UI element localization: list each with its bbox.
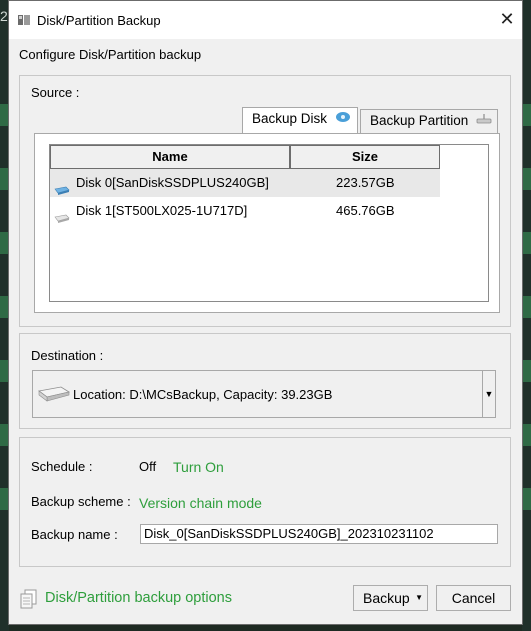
- backup-dialog: Disk/Partition Backup ✕ Configure Disk/P…: [8, 0, 523, 625]
- disk-list[interactable]: Name Size Disk 0[SanDiskSSDPLUS240GB] 22…: [49, 144, 489, 302]
- disk-row[interactable]: Disk 0[SanDiskSSDPLUS240GB] 223.57GB: [50, 169, 440, 197]
- chevron-down-icon[interactable]: ▼: [415, 586, 423, 610]
- close-icon[interactable]: ✕: [492, 1, 522, 39]
- source-label: Source :: [31, 85, 80, 100]
- schedule-value: Off: [139, 459, 157, 474]
- tab-backup-partition[interactable]: Backup Partition: [360, 109, 498, 133]
- backup-scheme-label: Backup scheme :: [31, 494, 131, 509]
- disk-row[interactable]: Disk 1[ST500LX025-1U717D] 465.76GB: [50, 197, 440, 225]
- source-group: Source : Backup Disk Backup Partition Na…: [19, 75, 511, 327]
- backup-name-label: Backup name :: [31, 527, 118, 542]
- settings-group: Schedule : Off Turn On Backup scheme : V…: [19, 437, 511, 567]
- app-icon: [17, 13, 31, 27]
- turn-on-link[interactable]: Turn On: [173, 459, 224, 475]
- background-edge-char: 2: [0, 8, 8, 24]
- drive-icon: [37, 385, 71, 406]
- destination-group: Destination : Location: D:\MCsBackup, Ca…: [19, 333, 511, 429]
- disk-size: 223.57GB: [336, 175, 395, 190]
- column-header-name[interactable]: Name: [50, 145, 290, 169]
- destination-selector[interactable]: Location: D:\MCsBackup, Capacity: 39.23G…: [32, 370, 496, 418]
- destination-label: Destination :: [31, 348, 104, 363]
- tab-backup-partition-label: Backup Partition: [370, 113, 469, 128]
- backup-scheme-link[interactable]: Version chain mode: [139, 495, 262, 511]
- backup-button[interactable]: Backup ▼: [353, 585, 428, 611]
- dialog-subtitle: Configure Disk/Partition backup: [19, 47, 202, 62]
- disk-name: Disk 0[SanDiskSSDPLUS240GB]: [76, 175, 269, 190]
- tab-backup-disk[interactable]: Backup Disk: [242, 107, 358, 133]
- window-title: Disk/Partition Backup: [37, 13, 161, 28]
- disk-size: 465.76GB: [336, 203, 395, 218]
- options-document-icon: [19, 589, 39, 612]
- disk-blue-icon: [335, 108, 351, 130]
- tab-backup-disk-label: Backup Disk: [252, 111, 328, 126]
- disk-grey-icon: [54, 206, 70, 234]
- chevron-down-icon[interactable]: ▼: [482, 370, 496, 418]
- backup-button-label: Backup: [363, 590, 410, 606]
- schedule-label: Schedule :: [31, 459, 93, 474]
- backup-name-input[interactable]: Disk_0[SanDiskSSDPLUS240GB]_202310231102: [140, 524, 498, 544]
- title-bar[interactable]: Disk/Partition Backup ✕: [9, 1, 522, 39]
- disk-list-panel: Name Size Disk 0[SanDiskSSDPLUS240GB] 22…: [34, 133, 500, 313]
- cancel-button[interactable]: Cancel: [436, 585, 511, 611]
- disk-name: Disk 1[ST500LX025-1U717D]: [76, 203, 248, 218]
- backup-options-label: Disk/Partition backup options: [45, 590, 232, 606]
- destination-location: Location: D:\MCsBackup, Capacity: 39.23G…: [73, 387, 333, 402]
- partition-icon: [476, 110, 492, 132]
- background-right-strip: [522, 0, 531, 631]
- column-header-size[interactable]: Size: [290, 145, 440, 169]
